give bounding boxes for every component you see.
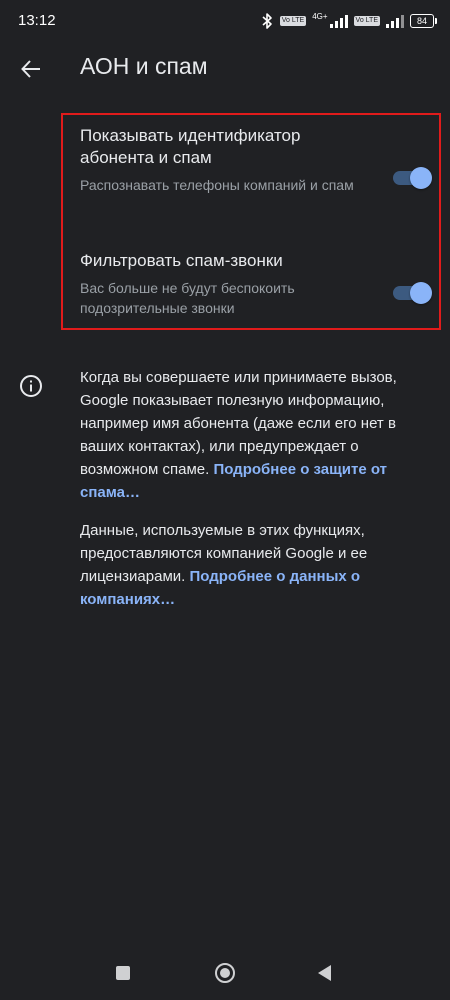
setting-filter-spam[interactable]: Фильтровать спам-звонки Вас больше не бу… bbox=[63, 250, 439, 320]
home-circle-icon[interactable] bbox=[215, 963, 235, 983]
caller-id-toggle[interactable] bbox=[393, 167, 432, 189]
recents-square-icon[interactable] bbox=[116, 966, 130, 980]
info-paragraph-2: Данные, используемые в этих функциях, пр… bbox=[80, 519, 412, 611]
volte-icon-2: Vo LTE bbox=[353, 16, 380, 26]
back-button[interactable] bbox=[14, 52, 48, 86]
toggle-thumb bbox=[410, 167, 432, 189]
setting-subtitle: Вас больше не будут беспокоить подозрите… bbox=[80, 280, 295, 316]
signal-icon-2 bbox=[386, 14, 404, 28]
page-title: АОН и спам bbox=[80, 53, 208, 79]
setting-caller-id-spam[interactable]: Показывать идентификатор абонента и спам… bbox=[63, 125, 439, 225]
bluetooth-icon bbox=[262, 13, 272, 29]
back-triangle-icon[interactable] bbox=[318, 965, 331, 981]
status-bar: 13:12 Vo LTE 4G+ Vo LTE 84 bbox=[0, 0, 450, 40]
settings-highlight-box: Показывать идентификатор абонента и спам… bbox=[61, 113, 441, 330]
arrow-left-icon bbox=[21, 60, 40, 78]
toggle-thumb bbox=[410, 282, 432, 304]
status-icons: Vo LTE 4G+ Vo LTE 84 bbox=[260, 11, 437, 31]
setting-subtitle: Распознавать телефоны компаний и спам bbox=[80, 177, 354, 193]
status-time: 13:12 bbox=[18, 12, 56, 29]
filter-spam-toggle[interactable] bbox=[393, 282, 432, 304]
signal-icon bbox=[329, 14, 348, 28]
volte-icon: Vo LTE bbox=[279, 16, 307, 26]
setting-title: Показывать идентификатор абонента и спам bbox=[80, 126, 301, 167]
setting-title: Фильтровать спам-звонки bbox=[80, 251, 283, 270]
navigation-bar bbox=[0, 940, 450, 1000]
info-icon bbox=[20, 375, 42, 397]
network-type-label: 4G+ bbox=[312, 11, 328, 21]
info-paragraph-1: Когда вы совершаете или принимаете вызов… bbox=[80, 366, 412, 504]
battery-icon: 84 bbox=[410, 14, 437, 28]
